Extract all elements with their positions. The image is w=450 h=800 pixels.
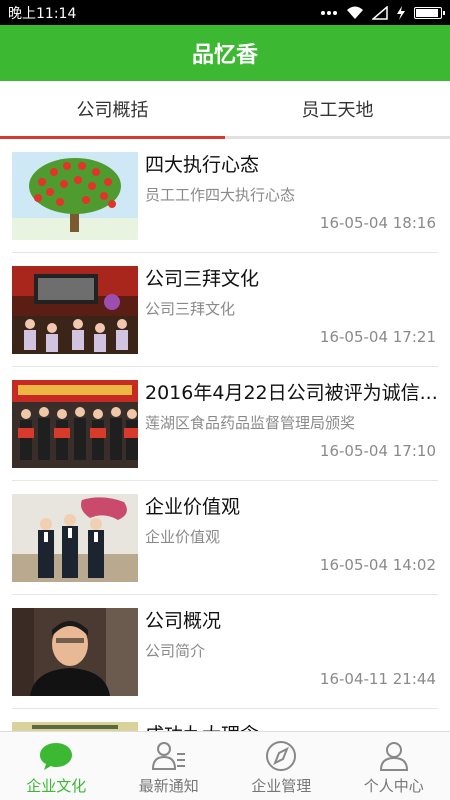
award-ceremony-image bbox=[12, 380, 138, 468]
list-item[interactable]: 企业价值观 企业价值观 16-05-04 14:02 bbox=[12, 481, 438, 595]
chat-bubble-icon bbox=[40, 743, 73, 770]
tree-image bbox=[12, 152, 138, 240]
wifi-icon bbox=[346, 6, 364, 20]
article-title: 企业价值观 bbox=[145, 496, 241, 518]
tab-bar: 公司概括 员工天地 bbox=[0, 81, 450, 139]
list-item-body: 企业价值观 企业价值观 16-05-04 14:02 bbox=[138, 494, 438, 594]
tab-label: 员工天地 bbox=[301, 99, 374, 121]
page-title: 品忆香 bbox=[191, 43, 258, 68]
portrait-image bbox=[12, 608, 138, 696]
article-subtitle: 员工工作四大执行心态 bbox=[145, 186, 296, 204]
status-icons bbox=[320, 5, 445, 20]
compass-icon bbox=[266, 741, 297, 771]
article-subtitle: 莲湖区食品药品监督管理局颁奖 bbox=[145, 414, 356, 432]
list-item[interactable]: 公司三拜文化 公司三拜文化 16-05-04 17:21 bbox=[12, 253, 438, 367]
nav-label: 个人中心 bbox=[363, 777, 424, 795]
article-title: 成功九大理念 bbox=[145, 722, 438, 731]
list-item-body: 四大执行心态 员工工作四大执行心态 16-05-04 18:16 bbox=[138, 152, 438, 252]
article-subtitle: 公司三拜文化 bbox=[145, 300, 236, 318]
status-bar: 晚上11:14 bbox=[0, 0, 450, 25]
article-title: 公司三拜文化 bbox=[145, 268, 260, 290]
article-time: 16-04-11 21:44 bbox=[319, 670, 436, 688]
app-header: 品忆香 bbox=[0, 25, 450, 81]
list-item[interactable]: 公司概况 公司简介 16-04-11 21:44 bbox=[12, 595, 438, 709]
person-list-icon bbox=[151, 742, 185, 770]
list-item-body: 公司概况 公司简介 16-04-11 21:44 bbox=[138, 608, 438, 708]
tab-employee-world[interactable]: 员工天地 bbox=[225, 81, 450, 136]
dots-icon bbox=[320, 10, 338, 16]
nav-label: 企业文化 bbox=[26, 777, 87, 795]
group-photo-image bbox=[12, 494, 138, 582]
list-item-body: 2016年4月22日公司被评为诚信... 莲湖区食品药品监督管理局颁奖 16-0… bbox=[138, 380, 438, 480]
list-item[interactable]: 成功九大理念 bbox=[12, 709, 438, 731]
battery-icon bbox=[414, 6, 445, 19]
list-item[interactable]: 四大执行心态 员工工作四大执行心态 16-05-04 18:16 bbox=[12, 139, 438, 253]
article-title: 四大执行心态 bbox=[145, 154, 260, 176]
article-time: 16-05-04 17:21 bbox=[319, 328, 436, 346]
nav-label: 最新通知 bbox=[138, 777, 199, 795]
bottom-nav: 企业文化 最新通知 企业管理 个人中心 bbox=[0, 731, 450, 800]
list-item-body: 成功九大理念 bbox=[138, 722, 438, 731]
nav-item-enterprise-culture[interactable]: 企业文化 bbox=[0, 732, 113, 800]
person-icon bbox=[379, 742, 408, 771]
nav-item-enterprise-management[interactable]: 企业管理 bbox=[225, 732, 338, 800]
article-time: 16-05-04 14:02 bbox=[319, 556, 436, 574]
article-subtitle: 企业价值观 bbox=[145, 528, 221, 546]
nav-label: 企业管理 bbox=[251, 777, 312, 795]
nav-item-latest-notice[interactable]: 最新通知 bbox=[113, 732, 226, 800]
book-cover-image bbox=[12, 722, 138, 731]
status-time: 晚上11:14 bbox=[8, 5, 77, 22]
tab-label: 公司概括 bbox=[76, 99, 149, 121]
list-item-body: 公司三拜文化 公司三拜文化 16-05-04 17:21 bbox=[138, 266, 438, 366]
article-title: 公司概况 bbox=[145, 610, 222, 632]
tab-company-overview[interactable]: 公司概括 bbox=[0, 81, 225, 139]
article-time: 16-05-04 17:10 bbox=[319, 442, 436, 460]
charging-icon bbox=[396, 5, 406, 20]
list-item[interactable]: 2016年4月22日公司被评为诚信... 莲湖区食品药品监督管理局颁奖 16-0… bbox=[12, 367, 438, 481]
signal-icon bbox=[372, 5, 388, 20]
article-subtitle: 公司简介 bbox=[145, 642, 206, 660]
nav-item-personal-center[interactable]: 个人中心 bbox=[338, 732, 450, 800]
article-title: 2016年4月22日公司被评为诚信... bbox=[145, 382, 438, 404]
article-time: 16-05-04 18:16 bbox=[319, 214, 436, 232]
article-list[interactable]: 四大执行心态 员工工作四大执行心态 16-05-04 18:16 公司三拜文化 … bbox=[0, 139, 450, 731]
event-stage-image bbox=[12, 266, 138, 354]
